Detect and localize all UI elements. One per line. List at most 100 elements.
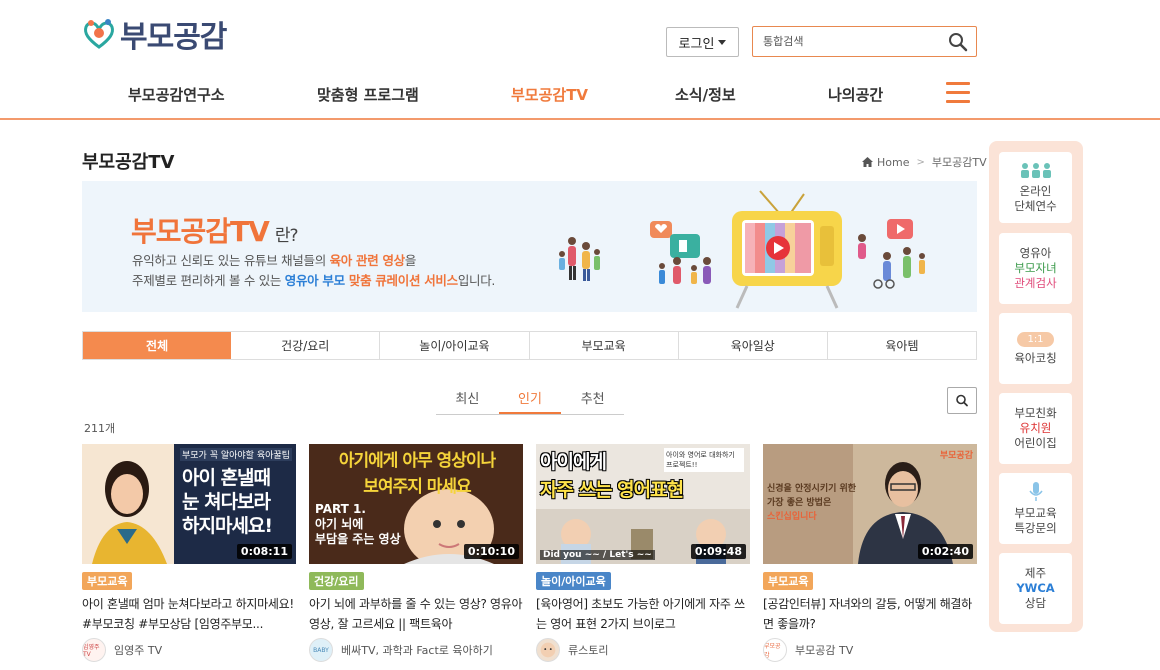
logo-heart-icon xyxy=(84,19,114,49)
category-tabs: 전체 건강/요리 놀이/아이교육 부모교육 육아일상 육아템 xyxy=(82,331,977,360)
quick-menu: 온라인 단체연수 영유아 부모자녀 관계검사 1:1 육아코칭 부모친화 유치원… xyxy=(989,141,1083,632)
search-icon[interactable] xyxy=(948,32,968,52)
page-title: 부모공감TV xyxy=(82,152,175,173)
video-search-button[interactable] xyxy=(947,387,977,414)
channel-info: BABY 베싸TV, 과학과 Fact로 육아하기 xyxy=(309,638,523,662)
sort-tab-recommended[interactable]: 추천 xyxy=(561,385,624,414)
baby-avatar-icon xyxy=(540,642,556,658)
nav-item-news[interactable]: 소식/정보 xyxy=(675,84,736,105)
thumbnail-line: 자주 쓰는 영어표현 xyxy=(540,479,684,501)
group-icon xyxy=(1020,162,1051,178)
quick-item-ywca[interactable]: 제주 YWCA 상담 xyxy=(999,553,1072,624)
nav-item-tv[interactable]: 부모공감TV xyxy=(511,84,588,105)
video-count: 211개 xyxy=(84,422,116,435)
channel-name[interactable]: 부모공감 TV xyxy=(795,642,853,658)
thumbnail-logo: 부모공감 xyxy=(939,451,973,461)
channel-name[interactable]: 임영주 TV xyxy=(114,642,162,658)
quick-item-kindergarten[interactable]: 부모친화 유치원 어린이집 xyxy=(999,393,1072,464)
thumbnail-line: 아기에게 아무 영상이나 xyxy=(338,451,496,471)
duration-badge: 0:02:40 xyxy=(917,544,973,559)
category-badge: 부모교육 xyxy=(82,572,133,590)
video-thumbnail[interactable]: 아이와 영어로 대화하기 프로젝트!! 아이에게 자주 쓰는 영어표현 Did … xyxy=(536,444,750,564)
menu-icon[interactable] xyxy=(946,82,970,104)
thumbnail-line: 스킨십입니다 xyxy=(767,512,817,522)
video-card[interactable]: 부모가 꼭 알아야할 육아꿀팁 아이 혼낼때 눈 쳐다보라 하지마세요! 0:0… xyxy=(82,444,296,662)
thumbnail-line: 하지마세요! xyxy=(182,515,273,537)
sort-tab-latest[interactable]: 최신 xyxy=(436,385,499,414)
video-title[interactable]: [공감인터뷰] 자녀와의 갈등, 어떻게 해결하면 좋을까? xyxy=(763,594,977,634)
quick-item-lecture-inquiry[interactable]: 부모교육 특강문의 xyxy=(999,473,1072,544)
tab-parent-education[interactable]: 부모교육 xyxy=(530,332,679,359)
video-title[interactable]: 아기 뇌에 과부하를 줄 수 있는 영상? 영유아 영상, 잘 고르세요 || … xyxy=(309,594,523,634)
quick-item-label: 부모교육 xyxy=(1014,505,1057,520)
category-badge: 건강/요리 xyxy=(309,572,364,590)
thumbnail-line: 아이 혼낼때 xyxy=(182,467,271,489)
site-header: 부모공감 로그인 부모공감연구소 맞춤형 프로그램 부모공감TV 소식/정보 나… xyxy=(0,0,1160,120)
thumbnail-headline: 아이 혼낼때 눈 쳐다보라 하지마세요! xyxy=(182,466,273,538)
sort-tab-popular[interactable]: 인기 xyxy=(498,385,562,414)
one-on-one-badge: 1:1 xyxy=(1017,331,1054,347)
quick-item-label: 영유아 xyxy=(1019,246,1052,260)
quick-item-label: 관계검사 xyxy=(1014,276,1057,290)
video-title[interactable]: [육아영어] 초보도 가능한 아기에게 자주 쓰는 영어 표현 2가지 브이로그 xyxy=(536,594,750,634)
nav-item-research[interactable]: 부모공감연구소 xyxy=(128,84,225,105)
site-logo[interactable]: 부모공감 xyxy=(82,12,227,56)
thumbnail-headline: 신경을 안정시키기 위한 가장 좋은 방법은 스킨십입니다 xyxy=(767,482,856,524)
quick-item-label: 부모자녀 xyxy=(1014,261,1057,275)
quick-item-label: 육아코칭 xyxy=(1014,350,1057,365)
channel-info: 부모공감 부모공감 TV xyxy=(763,638,977,662)
intro-banner: 부모공감TV 란? 유익하고 신뢰도 있는 유튜브 채널들의 육아 관련 영상을 … xyxy=(82,181,977,312)
thumbnail-line: 가장 좋은 방법은 xyxy=(767,498,832,508)
search-icon xyxy=(956,394,968,407)
quick-item-label: 유치원 xyxy=(1019,421,1052,435)
thumbnail-line: 눈 쳐다보라 xyxy=(182,491,271,513)
caret-down-icon xyxy=(718,39,727,45)
category-badge: 놀이/아이교육 xyxy=(536,572,611,590)
home-icon xyxy=(862,157,873,167)
thumbnail-line: PART 1. xyxy=(315,502,366,516)
video-thumbnail[interactable]: 아기에게 아무 영상이나 보여주지 마세요 PART 1. 아기 뇌에 부담을 … xyxy=(309,444,523,564)
login-button[interactable]: 로그인 xyxy=(666,27,739,57)
quick-item-label: YWCA xyxy=(1016,581,1055,595)
breadcrumb-home[interactable]: Home xyxy=(877,156,909,169)
search-box xyxy=(752,26,977,57)
tab-parenting-items[interactable]: 육아템 xyxy=(828,332,976,359)
video-card[interactable]: 아기에게 아무 영상이나 보여주지 마세요 PART 1. 아기 뇌에 부담을 … xyxy=(309,444,523,662)
tab-parenting-daily[interactable]: 육아일상 xyxy=(679,332,828,359)
channel-name[interactable]: 베싸TV, 과학과 Fact로 육아하기 xyxy=(341,642,493,658)
thumbnail-bottom-text: Did you ~~ / Let's ~~ xyxy=(540,550,655,560)
video-title[interactable]: 아이 혼낼때 엄마 눈쳐다보라고 하지마세요! #부모코칭 #부모상담 [임영주… xyxy=(82,594,296,634)
quick-item-label: 제주 xyxy=(1024,566,1047,580)
banner-text: 주제별로 편리하게 볼 수 있는 xyxy=(132,273,285,288)
breadcrumb-current[interactable]: 부모공감TV xyxy=(932,154,987,170)
video-thumbnail[interactable]: 신경을 안정시키기 위한 가장 좋은 방법은 스킨십입니다 부모공감 0:02:… xyxy=(763,444,977,564)
channel-info: 임영주TV 임영주 TV xyxy=(82,638,296,662)
quick-item-label: 온라인 xyxy=(1019,183,1052,198)
nav-item-program[interactable]: 맞춤형 프로그램 xyxy=(317,84,419,105)
banner-text: 입니다. xyxy=(457,273,496,288)
duration-badge: 0:10:10 xyxy=(463,544,519,559)
tab-play-education[interactable]: 놀이/아이교육 xyxy=(380,332,530,359)
quick-item-coaching[interactable]: 1:1 육아코칭 xyxy=(999,313,1072,384)
thumbnail-headline: 아기에게 아무 영상이나 보여주지 마세요 xyxy=(315,448,519,500)
quick-item-label: 부모친화 xyxy=(1014,406,1057,420)
video-card[interactable]: 아이와 영어로 대화하기 프로젝트!! 아이에게 자주 쓰는 영어표현 Did … xyxy=(536,444,750,662)
microphone-icon xyxy=(1028,481,1043,501)
quick-item-relationship-test[interactable]: 영유아 부모자녀 관계검사 xyxy=(999,233,1072,304)
quick-item-group-training[interactable]: 온라인 단체연수 xyxy=(999,152,1072,223)
video-thumbnail[interactable]: 부모가 꼭 알아야할 육아꿀팁 아이 혼낼때 눈 쳐다보라 하지마세요! 0:0… xyxy=(82,444,296,564)
banner-line-1: 유익하고 신뢰도 있는 유튜브 채널들의 육아 관련 영상을 xyxy=(132,250,416,269)
search-input[interactable] xyxy=(753,27,938,56)
thumbnail-line: 부담을 주는 영상 xyxy=(315,532,401,546)
channel-name[interactable]: 류스토리 xyxy=(568,642,608,658)
nav-item-my-space[interactable]: 나의공간 xyxy=(828,84,883,105)
tab-health-cooking[interactable]: 건강/요리 xyxy=(231,332,381,359)
banner-title: 부모공감TV 란? xyxy=(131,210,298,250)
quick-item-label: 단체연수 xyxy=(1014,198,1057,213)
banner-title-text: 부모공감TV xyxy=(131,215,270,248)
avatar: BABY xyxy=(309,638,333,662)
category-badge: 부모교육 xyxy=(763,572,814,590)
tab-all[interactable]: 전체 xyxy=(83,332,232,359)
video-card[interactable]: 신경을 안정시키기 위한 가장 좋은 방법은 스킨십입니다 부모공감 0:02:… xyxy=(763,444,977,662)
avatar xyxy=(536,638,560,662)
